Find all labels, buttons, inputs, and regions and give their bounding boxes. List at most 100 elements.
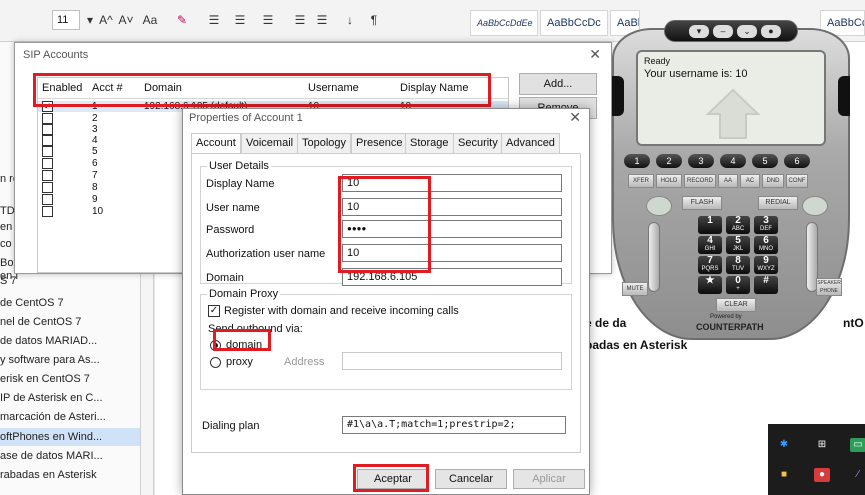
column-header[interactable]: Username bbox=[308, 78, 359, 98]
tab-topology[interactable]: Topology bbox=[297, 133, 352, 153]
style-normal[interactable]: AaBbCcDdEe bbox=[470, 10, 538, 36]
tab-advanced[interactable]: Advanced bbox=[501, 133, 560, 153]
column-header[interactable]: Acct # bbox=[92, 78, 123, 98]
line-key[interactable]: 6 bbox=[784, 154, 810, 168]
dialpad-key[interactable]: 0 + bbox=[726, 276, 750, 294]
nav-item[interactable]: de datos MARIAD... bbox=[0, 332, 140, 350]
tab-voicemail[interactable]: Voicemail bbox=[241, 133, 299, 153]
user-name-field[interactable]: 10 bbox=[342, 198, 562, 216]
pen-icon[interactable]: ∕ bbox=[850, 468, 865, 482]
nav-item[interactable]: S 7 bbox=[0, 272, 140, 290]
close-icon[interactable]: ✕ bbox=[569, 109, 581, 126]
hide-icon[interactable]: ⌄ bbox=[737, 25, 757, 38]
dialpad-key[interactable]: 8 TUV bbox=[726, 256, 750, 274]
display-name-field[interactable]: 10 bbox=[342, 174, 562, 192]
font-size-box[interactable]: 11 bbox=[52, 10, 80, 30]
nav-item[interactable]: y software para As... bbox=[0, 351, 140, 369]
line-key[interactable]: 1 bbox=[624, 154, 650, 168]
shrink-font-button[interactable]: A˅ bbox=[118, 9, 134, 31]
column-header[interactable]: Display Name bbox=[400, 78, 468, 98]
left-arrow-icon[interactable] bbox=[612, 76, 624, 116]
enabled-checkbox[interactable] bbox=[42, 182, 53, 193]
change-case-button[interactable]: Aa bbox=[142, 9, 158, 31]
bullets-button[interactable]: ☰ bbox=[206, 9, 222, 31]
dialpad-key[interactable]: 2 ABC bbox=[726, 216, 750, 234]
record-icon[interactable]: ● bbox=[814, 468, 830, 482]
auth-user-field[interactable]: 10 bbox=[342, 244, 562, 262]
apply-button[interactable]: Aplicar bbox=[513, 469, 585, 489]
enabled-checkbox[interactable] bbox=[42, 158, 53, 169]
address-field[interactable] bbox=[342, 352, 562, 370]
register-checkbox[interactable]: ✓ bbox=[208, 305, 220, 317]
xfer-button[interactable]: XFER bbox=[628, 174, 654, 188]
enabled-checkbox[interactable] bbox=[42, 170, 53, 181]
bluetooth-icon[interactable]: ✱ bbox=[776, 438, 792, 452]
cancel-button[interactable]: Cancelar bbox=[435, 469, 507, 489]
clear-button[interactable]: CLEAR bbox=[716, 298, 756, 312]
enabled-checkbox[interactable] bbox=[42, 206, 53, 217]
dialpad-key[interactable]: 1 bbox=[698, 216, 722, 234]
line-key[interactable]: 2 bbox=[656, 154, 682, 168]
decrease-indent-button[interactable]: ☰ bbox=[292, 9, 308, 31]
show-marks-button[interactable]: ¶ bbox=[366, 9, 382, 31]
numbering-button[interactable]: ☰ bbox=[232, 9, 248, 31]
aa-button[interactable]: AA bbox=[718, 174, 738, 188]
password-field[interactable]: ●●●● bbox=[342, 220, 562, 238]
accept-button[interactable]: Aceptar bbox=[357, 469, 429, 489]
tab-presence[interactable]: Presence bbox=[351, 133, 408, 153]
ac-button[interactable]: AC bbox=[740, 174, 760, 188]
nav-item[interactable]: IP de Asterisk en C... bbox=[0, 389, 140, 407]
dialpad-key[interactable]: 9 WXYZ bbox=[754, 256, 778, 274]
enabled-checkbox[interactable] bbox=[42, 113, 53, 124]
tab-security[interactable]: Security bbox=[453, 133, 503, 153]
add-account-button[interactable]: Add... bbox=[519, 73, 597, 95]
volume-slider[interactable] bbox=[648, 222, 660, 292]
dialing-plan-field[interactable]: #1\a\a.T;match=1;prestrip=2; bbox=[342, 416, 566, 434]
enabled-checkbox[interactable]: ✓ bbox=[42, 101, 53, 112]
tab-storage[interactable]: Storage bbox=[405, 133, 454, 153]
nav-item[interactable]: rabadas en Asterisk bbox=[0, 466, 140, 484]
nav-item[interactable]: marcación de Asteri... bbox=[0, 408, 140, 426]
redial-button[interactable]: REDIAL bbox=[758, 196, 798, 210]
line-key[interactable]: 5 bbox=[752, 154, 778, 168]
dnd-button[interactable]: DND bbox=[762, 174, 784, 188]
line-key[interactable]: 4 bbox=[720, 154, 746, 168]
dialpad-key[interactable]: 7 PQRS bbox=[698, 256, 722, 274]
font-size-dropdown-icon[interactable]: ▾ bbox=[82, 9, 98, 31]
enabled-checkbox[interactable] bbox=[42, 124, 53, 135]
multilevel-list-button[interactable]: ☰ bbox=[260, 9, 276, 31]
close-icon[interactable]: ✕ bbox=[589, 46, 601, 63]
dialpad-key[interactable]: ★ bbox=[698, 276, 722, 294]
nav-item[interactable]: de CentOS 7 bbox=[0, 294, 140, 312]
style-no-spacing[interactable]: AaBbCcDc bbox=[540, 10, 608, 36]
domain-radio[interactable] bbox=[210, 340, 221, 351]
tab-account[interactable]: Account bbox=[191, 133, 241, 154]
flash-button[interactable]: FLASH bbox=[682, 196, 722, 210]
domain-field[interactable]: 192.168.6.105 bbox=[342, 268, 562, 286]
app-icon[interactable]: ▭ bbox=[850, 438, 865, 452]
record-button[interactable]: RECORD bbox=[684, 174, 716, 188]
line-key[interactable]: 3 bbox=[688, 154, 714, 168]
hold-button[interactable]: HOLD bbox=[656, 174, 682, 188]
mute-button[interactable]: MUTE bbox=[622, 282, 648, 296]
conf-button[interactable]: CONF bbox=[786, 174, 808, 188]
speaker-button[interactable]: SPEAKER PHONE bbox=[816, 278, 842, 296]
close-icon[interactable]: ● bbox=[761, 25, 781, 38]
dialpad-key[interactable]: # bbox=[754, 276, 778, 294]
clear-format-button[interactable]: ✎ bbox=[174, 9, 190, 31]
call-icon[interactable] bbox=[646, 196, 672, 216]
nav-item[interactable]: erisk en CentOS 7 bbox=[0, 370, 140, 388]
network-icon[interactable]: ⊞ bbox=[814, 438, 830, 452]
column-header[interactable]: Enabled bbox=[42, 78, 82, 98]
menu-icon[interactable]: ▾ bbox=[689, 25, 709, 38]
grow-font-button[interactable]: A^ bbox=[98, 9, 114, 31]
dialpad-key[interactable]: 6 MNO bbox=[754, 236, 778, 254]
increase-indent-button[interactable]: ☰ bbox=[314, 9, 330, 31]
enabled-checkbox[interactable] bbox=[42, 194, 53, 205]
column-header[interactable]: Domain bbox=[144, 78, 182, 98]
dialpad-key[interactable]: 4 GHI bbox=[698, 236, 722, 254]
security-icon[interactable]: ■ bbox=[776, 468, 792, 482]
sort-button[interactable]: ↓ bbox=[342, 9, 358, 31]
enabled-checkbox[interactable] bbox=[42, 146, 53, 157]
enabled-checkbox[interactable] bbox=[42, 135, 53, 146]
